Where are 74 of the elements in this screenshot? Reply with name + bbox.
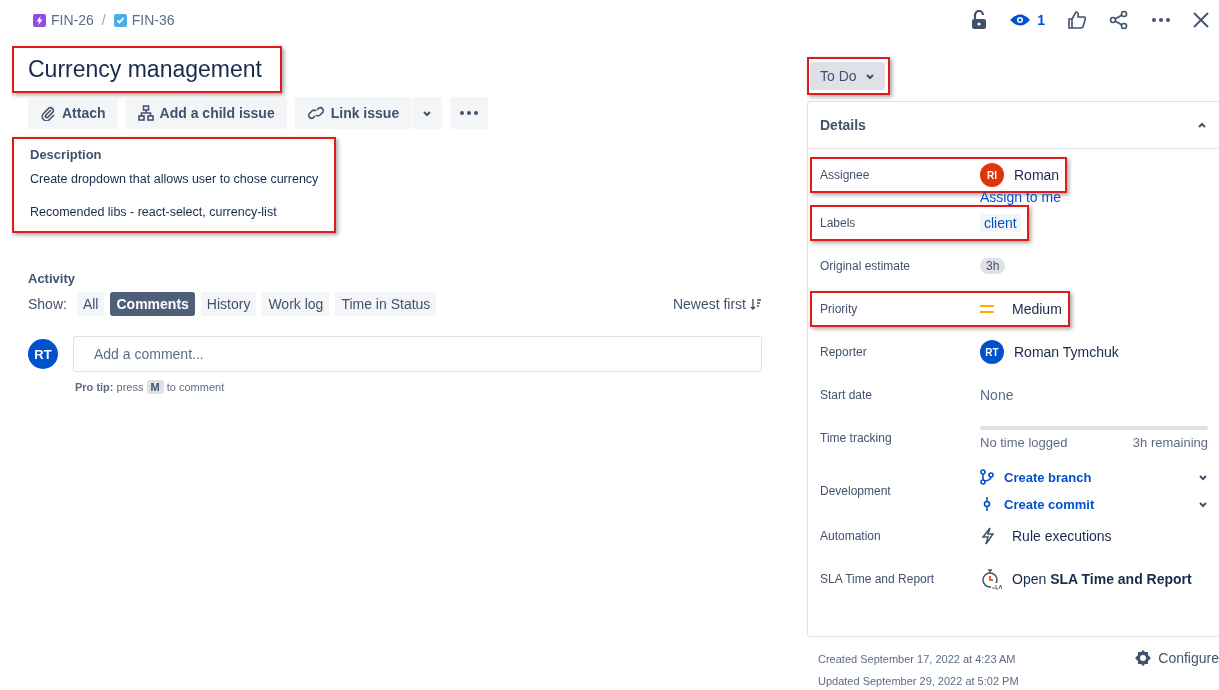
filter-tab[interactable]: Work log bbox=[262, 292, 330, 316]
chevron-down-icon bbox=[864, 71, 875, 81]
filter-tab[interactable]: Time in Status bbox=[335, 292, 437, 316]
user-name: Roman bbox=[1014, 167, 1060, 183]
field-value: None bbox=[980, 387, 1014, 403]
label-tag[interactable]: client bbox=[980, 214, 1021, 232]
lightning-icon bbox=[33, 13, 46, 27]
toolbar-button[interactable]: Link issue bbox=[294, 97, 412, 129]
panel-heading: Details bbox=[820, 117, 866, 133]
field-label: Reporter bbox=[820, 345, 868, 359]
stopwatch-icon bbox=[980, 568, 1002, 590]
field-label: Priority bbox=[820, 302, 859, 316]
chevron-up-icon bbox=[1197, 120, 1207, 130]
hierarchy-icon bbox=[137, 105, 154, 121]
field-label: SLA Time and Report bbox=[820, 572, 936, 586]
sort-icon bbox=[750, 298, 762, 310]
avatar: RT bbox=[980, 340, 1004, 364]
checkbox-icon bbox=[113, 13, 127, 27]
toolbar-button[interactable]: Attach bbox=[28, 97, 118, 129]
assign-link[interactable]: Assign to me bbox=[980, 189, 1061, 205]
updated-date: Updated September 29, 2022 at 5:02 PM bbox=[818, 675, 1019, 687]
lightning-icon bbox=[980, 527, 996, 545]
more-icon bbox=[460, 111, 479, 115]
gear-icon bbox=[1134, 649, 1153, 667]
filter-tab[interactable]: All bbox=[76, 292, 105, 316]
section-heading: Activity bbox=[28, 271, 76, 286]
estimate-lozenge: 3h bbox=[980, 258, 1006, 274]
unlocked-padlock-icon[interactable] bbox=[971, 10, 988, 30]
description-text: Create dropdown that allows user to chose currency bbox=[30, 172, 319, 186]
branch-icon bbox=[980, 469, 994, 485]
priority-icon bbox=[980, 304, 994, 314]
share-icon[interactable] bbox=[1109, 10, 1129, 30]
paperclip-icon bbox=[40, 105, 56, 121]
dev-link[interactable]: Create branch bbox=[980, 469, 1208, 485]
more-button[interactable] bbox=[450, 97, 489, 129]
breadcrumb-separator: / bbox=[101, 12, 106, 28]
avatar: RI bbox=[980, 163, 1004, 187]
field-label: Original estimate bbox=[820, 259, 912, 273]
watch-button[interactable]: 1 bbox=[1009, 12, 1045, 28]
field-label: Time tracking bbox=[820, 431, 893, 445]
status-button[interactable]: To Do bbox=[810, 62, 885, 90]
eye-icon bbox=[1009, 13, 1032, 27]
link-icon bbox=[306, 105, 325, 121]
more-icon[interactable] bbox=[1151, 17, 1171, 23]
time-logged: No time logged bbox=[980, 435, 1068, 450]
field-label: Labels bbox=[820, 216, 857, 230]
filter-tab[interactable]: Comments bbox=[110, 292, 195, 316]
user-name: Roman Tymchuk bbox=[1014, 344, 1119, 360]
field-label: Assignee bbox=[820, 168, 871, 182]
issue-title[interactable]: Currency management bbox=[12, 46, 282, 93]
breadcrumb-link[interactable]: FIN-26 bbox=[33, 12, 94, 28]
comment-field[interactable]: Add a comment... bbox=[73, 336, 762, 372]
time-remaining: 3h remaining bbox=[1132, 435, 1208, 450]
field-label: Development bbox=[820, 483, 892, 498]
field-label: Start date bbox=[820, 388, 874, 402]
dev-link[interactable]: Create commit bbox=[980, 496, 1208, 512]
field-label: Automation bbox=[820, 529, 882, 543]
automation-link[interactable]: Rule executions bbox=[1012, 528, 1112, 544]
sla-link[interactable]: Open SLA Time and Report bbox=[1012, 571, 1192, 587]
breadcrumb-link[interactable]: FIN-36 bbox=[113, 12, 175, 28]
pro-tip-text: Pro tip: press M to comment bbox=[75, 380, 226, 394]
chevron-down-icon bbox=[422, 108, 433, 118]
filter-tab[interactable]: History bbox=[200, 292, 257, 316]
created-date: Created September 17, 2022 at 4:23 AM bbox=[818, 653, 1017, 665]
thumbs-up-icon[interactable] bbox=[1067, 10, 1087, 30]
toolbar-button[interactable]: Add a child issue bbox=[125, 97, 287, 129]
section-heading: Description bbox=[30, 147, 103, 162]
configure-button[interactable]: Configure bbox=[1134, 649, 1219, 667]
show-label: Show: bbox=[28, 296, 67, 312]
priority-value: Medium bbox=[1012, 301, 1062, 317]
description-text: Recomended libs - react-select, currency-list bbox=[30, 205, 278, 219]
sort-toggle[interactable]: Newest first bbox=[672, 296, 762, 312]
avatar: RT bbox=[28, 339, 58, 369]
close-icon[interactable] bbox=[1193, 12, 1209, 28]
